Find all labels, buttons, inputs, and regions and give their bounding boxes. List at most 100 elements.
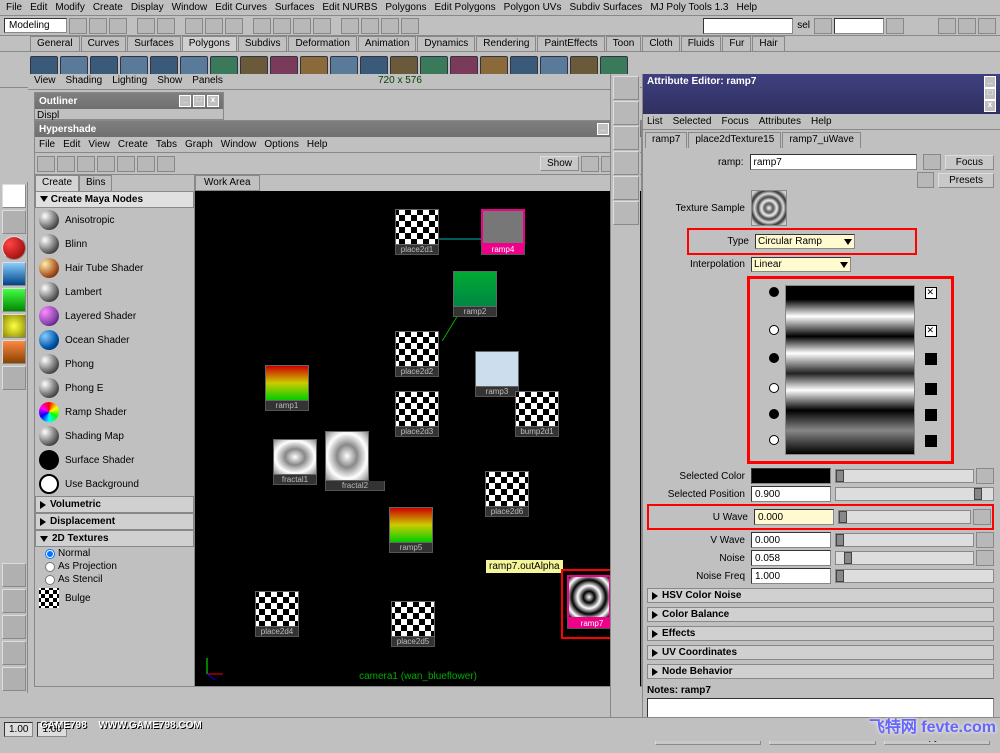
interp-dropdown[interactable]: Linear [751, 257, 851, 272]
menu-polygonuvs[interactable]: Polygon UVs [504, 2, 562, 13]
selpos-input[interactable] [751, 486, 831, 502]
hs-window[interactable]: Window [221, 139, 257, 150]
soft-tool-icon[interactable] [2, 366, 26, 390]
ae-focus[interactable]: Focus [721, 116, 748, 127]
hs-help[interactable]: Help [307, 139, 328, 150]
menu-editpolygons[interactable]: Edit Polygons [435, 2, 496, 13]
hs-create[interactable]: Create [118, 139, 148, 150]
min-icon[interactable]: _ [179, 95, 191, 107]
displacement-header[interactable]: Displacement [35, 513, 194, 530]
snap-grid-icon[interactable] [253, 18, 271, 34]
menu-window[interactable]: Window [172, 2, 208, 13]
ae-toggle-icon[interactable] [938, 18, 956, 34]
node-place2d[interactable]: place2d6 [485, 471, 529, 517]
open-scene-icon[interactable] [89, 18, 107, 34]
ramp-color-icon[interactable] [925, 383, 937, 395]
max-icon[interactable]: □ [193, 95, 205, 107]
single-perspective-icon[interactable] [2, 563, 26, 587]
attr-tab-place2d[interactable]: place2dTexture15 [688, 132, 781, 148]
ae-list[interactable]: List [647, 116, 663, 127]
ramp-handle[interactable] [769, 353, 779, 363]
work-area[interactable]: place2d1 ramp4 place2d2 ramp2 ramp1 ramp… [195, 191, 641, 686]
move-tool-icon[interactable] [2, 236, 26, 260]
focus-button[interactable]: Focus [945, 155, 994, 170]
hs-tabs[interactable]: Tabs [156, 139, 177, 150]
selected-color-swatch[interactable] [751, 468, 831, 484]
list-item[interactable]: Ocean Shader [35, 328, 194, 352]
ae-close-icon[interactable]: x [984, 100, 996, 112]
node-fractal2[interactable]: fractal2 [325, 431, 385, 491]
ae-max-icon[interactable]: □ [984, 88, 996, 100]
ramp-editor[interactable] [763, 285, 939, 455]
range-slider-bar[interactable]: 1.00 1.00 GAME798 WWW.GAME798.COM [0, 717, 1000, 741]
showmanip-tool-icon[interactable] [2, 314, 26, 338]
attr-tab-ramp7[interactable]: ramp7 [645, 132, 687, 148]
viewport-menu[interactable]: View Shading Lighting Show Panels 720 x … [28, 74, 640, 90]
map-icon[interactable] [976, 468, 994, 484]
hs-options[interactable]: Options [264, 139, 298, 150]
ipr-icon[interactable] [381, 18, 399, 34]
node-place2d[interactable]: place2d4 [255, 591, 299, 637]
node-ramp5[interactable]: ramp5 [389, 507, 433, 553]
redo-icon[interactable] [157, 18, 175, 34]
menu-editcurves[interactable]: Edit Curves [215, 2, 267, 13]
node-ramp3[interactable]: ramp3 [475, 351, 519, 397]
vwave-slider[interactable] [835, 533, 974, 547]
shelf-tab-animation[interactable]: Animation [358, 36, 416, 51]
node-ramp4[interactable]: ramp4 [481, 209, 525, 255]
list-item[interactable]: Phong [35, 352, 194, 376]
ramp-color-icon[interactable] [925, 435, 937, 447]
shelf-tab-fur[interactable]: Fur [722, 36, 751, 51]
shelf-tab-hair[interactable]: Hair [752, 36, 784, 51]
select-obj-icon[interactable] [205, 18, 223, 34]
vp-view[interactable]: View [34, 75, 56, 88]
hs-min-icon[interactable]: _ [597, 123, 609, 135]
rtool-icon[interactable] [613, 126, 639, 150]
attr-menu[interactable]: List Selected Focus Attributes Help [643, 114, 1000, 130]
shelf-tab-deformation[interactable]: Deformation [288, 36, 356, 51]
type-dropdown[interactable]: Circular Ramp [755, 234, 855, 249]
vp-show[interactable]: Show [157, 75, 182, 88]
node-ramp1[interactable]: ramp1 [265, 365, 309, 411]
select-hier-icon[interactable] [185, 18, 203, 34]
ramp-color-icon[interactable] [925, 409, 937, 421]
snap-point-icon[interactable] [293, 18, 311, 34]
map-icon[interactable] [976, 550, 994, 566]
menu-edit[interactable]: Edit [30, 2, 47, 13]
snap-curve-icon[interactable] [273, 18, 291, 34]
volumetric-header[interactable]: Volumetric [35, 496, 194, 513]
ramp-handle[interactable] [769, 409, 779, 419]
ramp-handle[interactable] [769, 325, 779, 335]
hs-edit[interactable]: Edit [63, 139, 80, 150]
cb-toggle-icon[interactable] [958, 18, 976, 34]
vp-lighting[interactable]: Lighting [112, 75, 147, 88]
noise-slider[interactable] [835, 551, 974, 565]
select-comp-icon[interactable] [225, 18, 243, 34]
list-item[interactable]: Lambert [35, 280, 194, 304]
hypershade-titlebar[interactable]: Hypershade _□x [35, 121, 641, 137]
rotate-tool-icon[interactable] [2, 262, 26, 286]
ae-attributes[interactable]: Attributes [759, 116, 801, 127]
menu-file[interactable]: File [6, 2, 22, 13]
undo-icon[interactable] [137, 18, 155, 34]
rtool-icon[interactable] [613, 151, 639, 175]
goto-icon[interactable] [923, 154, 941, 170]
list-item[interactable]: Layered Shader [35, 304, 194, 328]
ramp-handle[interactable] [769, 287, 779, 297]
persp-graph-icon[interactable] [2, 641, 26, 665]
save-scene-icon[interactable] [109, 18, 127, 34]
shelf-tab-cloth[interactable]: Cloth [642, 36, 679, 51]
list-item[interactable]: Blinn [35, 232, 194, 256]
range-start[interactable]: 1.00 [4, 722, 33, 737]
uwave-input[interactable] [754, 509, 834, 525]
list-item[interactable]: Ramp Shader [35, 400, 194, 424]
section-colorbalance[interactable]: Color Balance [647, 607, 994, 622]
ramp-delete-icon[interactable] [925, 287, 937, 299]
uwave-slider[interactable] [838, 510, 971, 524]
vp-shading[interactable]: Shading [66, 75, 103, 88]
radio-normal[interactable]: Normal [35, 547, 194, 560]
hs-view[interactable]: View [88, 139, 110, 150]
ramp-handle[interactable] [769, 435, 779, 445]
section-effects[interactable]: Effects [647, 626, 994, 641]
list-item[interactable]: Phong E [35, 376, 194, 400]
